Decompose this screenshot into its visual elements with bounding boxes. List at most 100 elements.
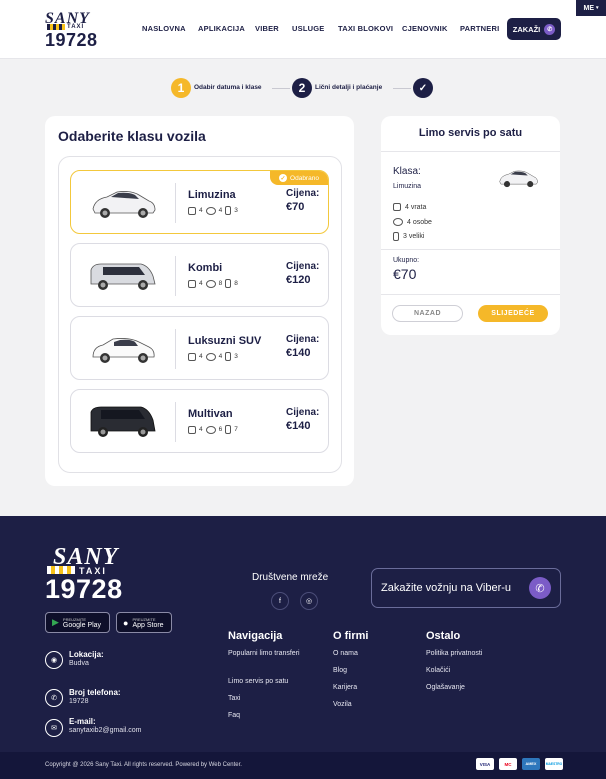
logo-number: 19728	[45, 30, 98, 50]
vehicle-panel-title: Odaberite klasu vozila	[58, 128, 206, 144]
selected-badge-label: Odabrano	[290, 174, 319, 182]
nav-naslovna[interactable]: NASLOVNA	[142, 24, 186, 33]
doors-value: 4	[199, 207, 203, 214]
step-final-symbol: ✓	[418, 82, 428, 94]
step-1-label: Odabir datuma i klase	[194, 84, 262, 91]
persons-value: 6	[218, 426, 223, 433]
footer-link-cookies[interactable]: Kolačići	[426, 666, 450, 676]
footer-logo-number: 19728	[45, 574, 123, 604]
doors-value: 4	[199, 353, 203, 360]
apple-icon: ●	[123, 617, 129, 628]
back-button[interactable]: NAZAD	[392, 305, 463, 322]
nav-cjenovnik[interactable]: CJENOVNIK	[402, 24, 448, 33]
visa-label: VISA	[479, 761, 491, 767]
people-icon	[393, 218, 403, 226]
location-icon: ◉	[45, 651, 63, 669]
app-store-button[interactable]: ● PREUZMITE App Store	[116, 612, 172, 633]
chevron-down-icon: ▾	[595, 5, 599, 11]
bags-value: 3	[234, 353, 238, 360]
instagram-icon[interactable]: ◎	[300, 592, 318, 610]
google-play-button[interactable]: ▶ PREUZMITE Google Play	[45, 612, 110, 633]
footer-link-vozila[interactable]: Vozila	[333, 700, 352, 710]
footer-link-privacy[interactable]: Politika privatnosti	[426, 649, 482, 659]
bags-value: 7	[234, 426, 238, 433]
card-divider	[175, 329, 176, 369]
nav-aplikacija[interactable]: APLIKACIJA	[198, 24, 245, 33]
next-button[interactable]: SLIJEDEĆE	[478, 305, 548, 322]
vehicle-card-multivan[interactable]: Multivan 4 6 7 Cijena: €140	[70, 389, 329, 453]
step-1-number: 1	[177, 81, 185, 95]
phone-icon: ✆	[45, 689, 63, 707]
facebook-icon[interactable]: f	[271, 592, 289, 610]
nav-viber[interactable]: VIBER	[255, 24, 279, 33]
viber-cta-button[interactable]: Zakažite vožnju na Viber-u ✆	[371, 568, 561, 608]
luggage-icon	[393, 232, 399, 241]
people-icon	[205, 206, 216, 215]
luggage-icon	[225, 425, 232, 434]
footer-link-ads[interactable]: Oglašavanje	[426, 683, 465, 693]
footer-about-title: O firmi	[333, 630, 369, 642]
suv-image	[92, 338, 155, 363]
total-label: Ukupno:	[393, 257, 420, 264]
vehicle-specs: 4 6 7	[188, 425, 238, 434]
summary-bags: 3 veliki	[393, 232, 424, 241]
luggage-icon	[225, 279, 232, 288]
price-label: Cijena:	[286, 261, 320, 272]
door-icon	[188, 206, 196, 215]
vehicle-card-kombi[interactable]: Kombi 4 8 8 Cijena: €120	[70, 243, 329, 307]
viber-icon: ✆	[529, 577, 551, 599]
people-icon	[205, 425, 216, 434]
logo-checker-pattern	[47, 566, 75, 574]
footer-link-faq[interactable]: Faq	[228, 711, 240, 721]
site-header: SANY TAXI 19728 NASLOVNA APLIKACIJA VIBE…	[0, 0, 606, 59]
site-footer: SANY TAXI 19728 ▶ PREUZMITE Google Play ●…	[0, 516, 606, 779]
price-label: Cijena:	[286, 188, 320, 199]
vehicle-name: Luksuzni SUV	[188, 335, 262, 347]
order-button[interactable]: ZAKAŽI ✆	[507, 18, 561, 40]
viber-cta-label: Zakažite vožnju na Viber-u	[381, 582, 512, 594]
maestro-icon: MAESTRO	[545, 758, 563, 770]
logo[interactable]: SANY TAXI 19728	[45, 10, 109, 50]
nav-taxi-blokovi[interactable]: TAXI BLOKOVI	[338, 24, 393, 33]
van-image	[90, 263, 156, 290]
price-value: €140	[286, 347, 311, 359]
card-divider	[175, 256, 176, 296]
price-label: Cijena:	[286, 334, 320, 345]
card-divider	[175, 183, 176, 223]
doors-text: 4 vrata	[405, 203, 427, 211]
class-label: Klasa:	[393, 166, 421, 177]
google-play-icon: ▶	[52, 617, 59, 627]
footer-link-limo-transferi[interactable]: Popularni limo transferi	[228, 649, 306, 659]
mastercard-icon: MC	[499, 758, 517, 770]
vehicle-card-limuzina[interactable]: ✓ Odabrano Limuzina 4 4 3 Cijena: €70	[70, 170, 329, 234]
nav-usluge[interactable]: USLUGE	[292, 24, 324, 33]
footer-link-o-nama[interactable]: O nama	[333, 649, 358, 659]
price-label: Cijena:	[286, 407, 320, 418]
footer-link-taxi[interactable]: Taxi	[228, 694, 240, 704]
selected-badge: ✓ Odabrano	[270, 171, 328, 185]
footer-bottom-bar: Copyright @ 2026 Sany Taxi. All rights r…	[0, 752, 606, 779]
footer-link-karijera[interactable]: Karijera	[333, 683, 357, 693]
order-button-label: ZAKAŽI	[512, 24, 541, 34]
step-2-circle: 2	[292, 78, 312, 98]
summary-car-image	[499, 170, 538, 188]
persons-text: 4 osobe	[407, 218, 432, 226]
nav-partneri[interactable]: PARTNERI	[460, 24, 499, 33]
footer-logo[interactable]: SANY TAXI 19728	[45, 544, 145, 604]
step-final-check-icon: ✓	[413, 78, 433, 98]
price-value: €140	[286, 420, 311, 432]
vehicle-name: Limuzina	[188, 189, 236, 201]
door-icon	[393, 203, 401, 211]
language-label: ME	[583, 4, 594, 12]
step-connector	[393, 88, 411, 89]
phone-value[interactable]: 19728	[69, 698, 88, 705]
location-label: Lokacija:	[69, 650, 104, 659]
social-title: Društvene mreže	[252, 572, 329, 583]
language-switch[interactable]: ME ▾	[576, 0, 606, 16]
email-value[interactable]: sanytaxib2@gmail.com	[69, 727, 141, 734]
footer-link-blog[interactable]: Blog	[333, 666, 347, 676]
footer-link-limo-servis[interactable]: Limo servis po satu	[228, 677, 288, 687]
door-icon	[188, 352, 196, 361]
vehicle-card-luksuzni-suv[interactable]: Luksuzni SUV 4 4 3 Cijena: €140	[70, 316, 329, 380]
people-icon	[205, 352, 216, 361]
